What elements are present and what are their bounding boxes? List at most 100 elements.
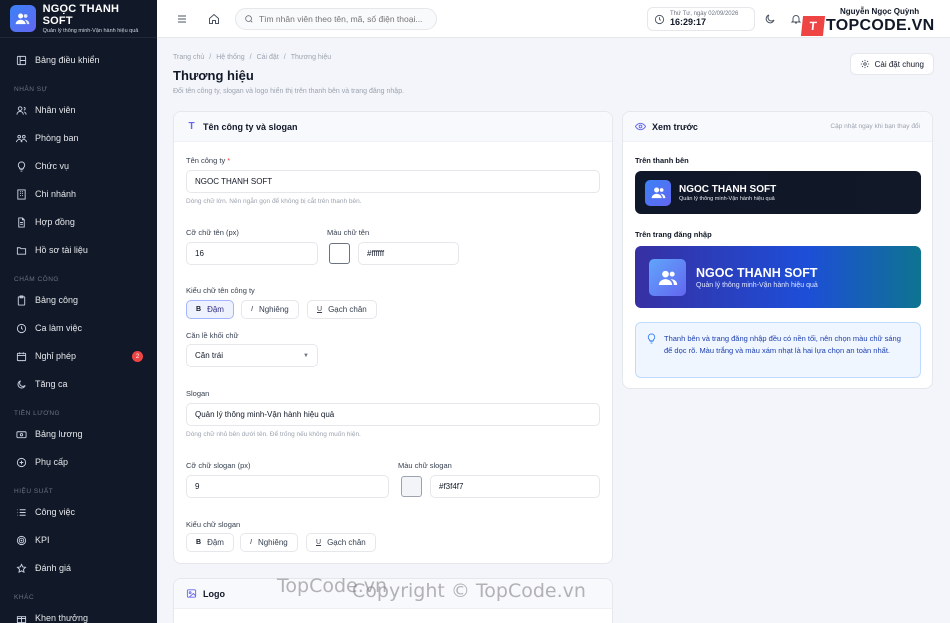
slogan-size-label: Cỡ chữ slogan (px) <box>186 461 251 470</box>
sidebar-item-overtime[interactable]: Tăng ca <box>0 370 157 398</box>
slogan-color-label: Màu chữ slogan <box>398 461 452 470</box>
preview-note: Cập nhật ngay khi bạn thay đổi <box>830 123 920 130</box>
slogan-label: Slogan <box>186 389 210 398</box>
name-underline-toggle[interactable]: U Gạch chân <box>307 300 377 319</box>
sidebar-item-employees[interactable]: Nhân viên <box>0 96 157 124</box>
company-name-label: Tên công ty * <box>186 156 231 165</box>
sidebar-item-label: Nhân viên <box>35 105 76 115</box>
preview-card: Xem trước Cập nhật ngay khi bạn thay đổi… <box>622 111 933 389</box>
sidebar-item-positions[interactable]: Chức vụ <box>0 152 157 180</box>
name-bold-toggle[interactable]: B Đậm <box>186 300 234 319</box>
gear-icon <box>860 59 869 69</box>
sidebar-section-hr: NHÂN SỰ <box>14 86 48 93</box>
wallet-icon <box>15 428 27 440</box>
target-icon <box>15 534 27 546</box>
italic-icon: I <box>250 539 252 546</box>
sidebar-item-label: Hồ sơ tài liệu <box>35 245 88 255</box>
list-icon <box>15 506 27 518</box>
sidebar-item-label: Khen thưởng <box>35 613 88 623</box>
name-size-input[interactable]: 16 <box>186 242 318 265</box>
general-settings-label: Cài đặt chung <box>874 59 924 69</box>
bold-icon: B <box>196 306 202 313</box>
name-size-label: Cỡ chữ tên (px) <box>186 228 239 237</box>
clock-icon <box>15 322 27 334</box>
page-description: Đổi tên công ty, slogan và logo hiển thị… <box>173 88 405 95</box>
sidebar-item-label: Phụ cấp <box>35 457 69 467</box>
home-icon[interactable] <box>207 12 221 26</box>
align-select[interactable]: Căn trái ▼ <box>186 344 318 367</box>
page-title: Thương hiệu <box>173 68 254 83</box>
slogan-color-swatch[interactable] <box>401 476 422 497</box>
user-menu[interactable]: Nguyễn Ngọc Quỳnh T TOPCODE.VN <box>800 7 935 36</box>
bulb-icon <box>647 333 656 344</box>
sidebar-item-payroll[interactable]: Bảng lương <box>0 420 157 448</box>
name-color-input[interactable]: #ffffff <box>358 242 459 265</box>
sidebar-item-timesheet[interactable]: Bảng công <box>0 286 157 314</box>
breadcrumb-item[interactable]: Hệ thống <box>216 54 244 61</box>
sidebar-item-allowance[interactable]: Phụ cấp <box>0 448 157 476</box>
preview-login-banner: NGOC THANH SOFT Quản lý thông minh-Vận h… <box>635 246 921 308</box>
topcode-badge: T <box>800 16 826 36</box>
sidebar-item-departments[interactable]: Phòng ban <box>0 124 157 152</box>
menu-icon[interactable] <box>175 12 189 26</box>
slogan-size-input[interactable]: 9 <box>186 475 389 498</box>
file-icon <box>15 216 27 228</box>
align-label: Căn lề khối chữ <box>186 331 239 340</box>
sidebar-item-shifts[interactable]: Ca làm việc <box>0 314 157 342</box>
sidebar-item-label: Đánh giá <box>35 563 72 573</box>
italic-icon: I <box>251 306 253 313</box>
users-icon <box>645 179 671 206</box>
slogan-color-input[interactable]: #f3f4f7 <box>430 475 600 498</box>
sidebar-item-dashboard[interactable]: Bảng điều khiển <box>0 46 157 74</box>
sidebar-item-label: Công việc <box>35 507 76 517</box>
sidebar-item-branches[interactable]: Chi nhánh <box>0 180 157 208</box>
sidebar-item-label: Chi nhánh <box>35 189 77 199</box>
datetime-widget: Thứ Tư, ngày 02/09/2026 16:29:17 <box>647 7 755 31</box>
moon-icon[interactable] <box>763 12 777 26</box>
preview-brand-name: NGOC THANH SOFT <box>679 183 777 195</box>
search-box[interactable] <box>235 8 437 30</box>
name-italic-toggle[interactable]: I Nghiêng <box>241 300 299 319</box>
slogan-underline-toggle[interactable]: U Gạch chân <box>306 533 376 552</box>
moon-clock-icon <box>15 378 27 390</box>
slogan-hint: Dòng chữ nhỏ bên dưới tên. Để trống nếu … <box>186 431 361 438</box>
general-settings-button[interactable]: Cài đặt chung <box>849 53 934 75</box>
preview-login-label: Trên trang đăng nhập <box>635 230 712 239</box>
image-icon <box>186 588 197 599</box>
slogan-bold-toggle[interactable]: B Đậm <box>186 533 234 552</box>
search-input[interactable] <box>258 14 428 24</box>
sidebar-section-other: KHÁC <box>14 594 35 601</box>
sidebar-item-label: Phòng ban <box>35 133 79 143</box>
sidebar-item-leave[interactable]: Nghỉ phép 2 <box>0 342 157 370</box>
users-icon <box>649 258 686 296</box>
star-icon <box>15 562 27 574</box>
slogan-input[interactable]: Quản lý thông minh-Vận hành hiệu quả <box>186 403 600 426</box>
sidebar-item-reward[interactable]: Khen thưởng <box>0 604 157 623</box>
bell-icon[interactable] <box>789 12 803 26</box>
brand[interactable]: NGỌC THANH SOFT Quản lý thông minh-Vận h… <box>0 0 157 38</box>
name-color-swatch[interactable] <box>329 243 350 264</box>
watermark-copyright: Copyright © TopCode.vn <box>352 580 586 602</box>
preview-brand-slogan: Quản lý thông minh-Vận hành hiệu quả <box>679 195 775 202</box>
clock-icon <box>654 14 665 24</box>
slogan-style-label: Kiểu chữ slogan <box>186 520 241 529</box>
breadcrumb-item[interactable]: Trang chủ <box>173 54 204 61</box>
company-name-hint: Dòng chữ lớn. Nên ngắn gọn để không bị c… <box>186 198 362 205</box>
slogan-italic-toggle[interactable]: I Nghiêng <box>240 533 298 552</box>
company-slogan-card: T Tên công ty và slogan Tên công ty * NG… <box>173 111 613 564</box>
sidebar-item-kpi[interactable]: KPI <box>0 526 157 554</box>
user-name: Nguyễn Ngọc Quỳnh <box>840 7 920 16</box>
company-name-input[interactable]: NGOC THANH SOFT <box>186 170 600 193</box>
sidebar-item-review[interactable]: Đánh giá <box>0 554 157 582</box>
sidebar-item-contracts[interactable]: Hợp đồng <box>0 208 157 236</box>
breadcrumb-item[interactable]: Cài đặt <box>257 54 279 61</box>
preview-tip-text: Thanh bên và trang đăng nhập đều có nền … <box>664 334 901 355</box>
sidebar-section-salary: TIỀN LƯƠNG <box>14 410 61 417</box>
underline-icon: U <box>317 306 323 313</box>
sidebar-item-documents[interactable]: Hồ sơ tài liệu <box>0 236 157 264</box>
bulb-icon <box>15 160 27 172</box>
plus-circle-icon <box>15 456 27 468</box>
breadcrumb-item: Thương hiệu <box>290 54 332 61</box>
team-icon <box>15 132 27 144</box>
sidebar-item-tasks[interactable]: Công việc <box>0 498 157 526</box>
